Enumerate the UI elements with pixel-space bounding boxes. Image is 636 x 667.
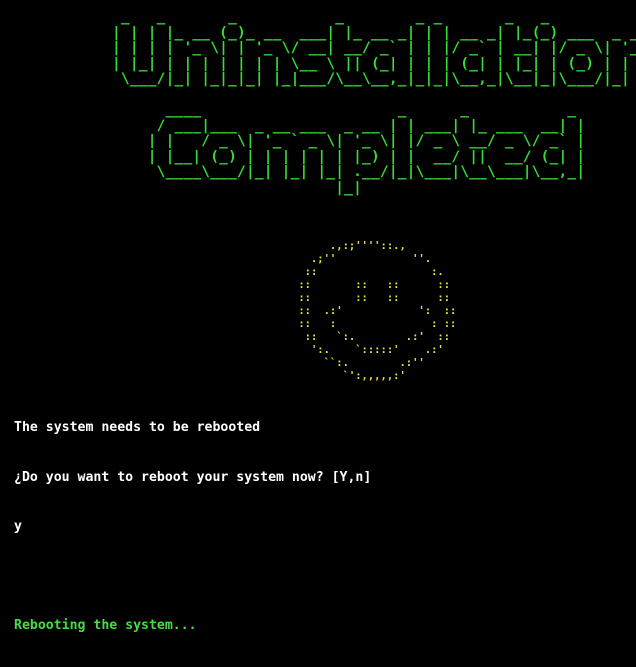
- reboot-prompt-line: ¿Do you want to reboot your system now? …: [14, 469, 372, 485]
- smiley-ascii-art: .,:;''''::., .;'' ''. :: :. :: :: :: :: …: [298, 240, 457, 382]
- terminal-window: _ _ _ _ _ _ _ _ | | | |_ __ (_)_ __ ___|…: [0, 0, 636, 633]
- uninstallation-completed-banner: _ _ _ _ _ _ _ _ | | | |_ __ (_)_ __ ___|…: [112, 9, 636, 196]
- user-input-line[interactable]: y: [14, 519, 624, 536]
- rebooting-status-line: Rebooting the system...: [14, 617, 197, 633]
- reboot-notice-line: The system needs to be rebooted: [14, 420, 261, 435]
- console-output: The system needs to be rebooted ¿Do you …: [14, 387, 624, 667]
